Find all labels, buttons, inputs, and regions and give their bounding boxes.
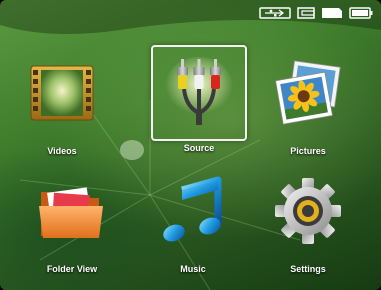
menu-item-label: Folder View: [46, 264, 98, 274]
gear-icon: [275, 178, 341, 244]
video-film-icon: [30, 65, 94, 121]
status-bar: [259, 6, 373, 20]
menu-item-music[interactable]: Music: [145, 166, 241, 274]
menu-item-label: Source: [183, 143, 215, 153]
menu-item-folder-view[interactable]: Folder View: [24, 166, 120, 274]
internal-memory-icon: [322, 8, 342, 18]
sd-card-icon: [297, 7, 315, 19]
menu-item-label: Videos: [47, 146, 77, 156]
menu-item-label: Pictures: [290, 146, 326, 156]
menu-item-settings[interactable]: Settings: [260, 166, 356, 274]
folder-icon: [39, 187, 103, 238]
menu-item-pictures[interactable]: Pictures: [260, 48, 356, 156]
music-note-icon: [163, 176, 222, 242]
usb-icon: [259, 7, 291, 19]
menu-item-label: Music: [180, 264, 206, 274]
menu-item-videos[interactable]: Videos: [14, 48, 110, 156]
battery-icon: [349, 7, 373, 19]
main-menu-screen: Videos Source Pictures Folder View Music…: [0, 0, 381, 290]
menu-item-label: Settings: [290, 264, 326, 274]
sunflower-photo-icon: [275, 60, 341, 125]
av-cable-icon: [165, 57, 233, 125]
menu-item-source[interactable]: Source: [151, 45, 247, 153]
